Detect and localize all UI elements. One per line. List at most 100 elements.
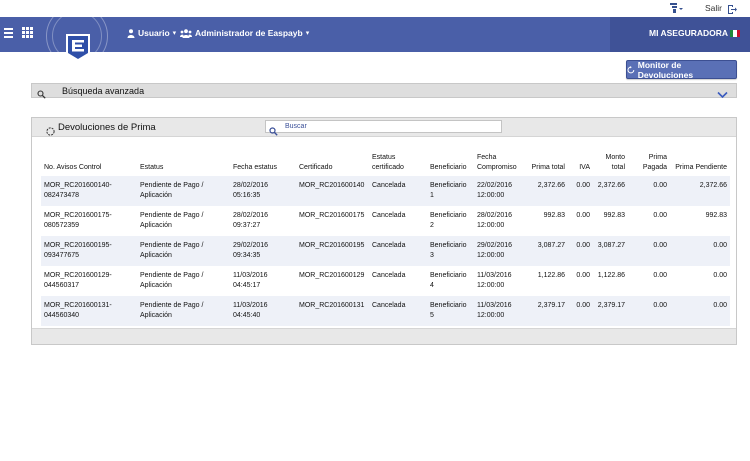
table-cell: 11/03/2016 04:45:17 [233, 272, 268, 289]
advanced-search-label: Búsqueda avanzada [62, 86, 145, 96]
table-cell: 2,372.66 [537, 182, 565, 189]
utility-bar: Salir [0, 0, 750, 17]
logout-icon[interactable] [727, 2, 737, 14]
table-cell: 1,122.86 [537, 272, 565, 279]
logout-label[interactable]: Salir [705, 3, 722, 13]
chevron-down-icon: ▾ [305, 30, 310, 37]
help-menu-icon[interactable] [670, 2, 684, 17]
table-row[interactable]: MOR_RC201600175-080572359 Pendiente de P… [41, 206, 730, 236]
table-cell: 0.00 [653, 242, 667, 249]
panel-title: Devoluciones de Prima [58, 122, 156, 133]
table-cell: 0.00 [653, 302, 667, 309]
table-cell: 0.00 [653, 212, 667, 219]
table-cell: Beneficiario 1 [430, 182, 467, 199]
table-cell: 0.00 [653, 272, 667, 279]
column-header[interactable]: Fecha estatus [230, 144, 296, 176]
table-cell: MOR_RC201600195-093477675 [44, 242, 112, 259]
column-header[interactable]: Prima total [525, 144, 568, 176]
table-cell: Beneficiario 4 [430, 272, 467, 289]
table-row[interactable]: MOR_RC201600129-044560317 Pendiente de P… [41, 266, 730, 296]
table-cell: 11/03/2016 12:00:00 [477, 302, 512, 319]
spinner-circle-icon [46, 123, 55, 136]
column-header[interactable]: IVA [568, 144, 593, 176]
table-cell: 29/02/2016 09:34:35 [233, 242, 269, 259]
panel-header: Devoluciones de Prima [32, 118, 736, 137]
table-cell: 29/02/2016 12:00:00 [477, 242, 513, 259]
table-cell: 0.00 [713, 242, 727, 249]
mexico-flag-icon [730, 30, 740, 37]
column-header[interactable]: Monto total [593, 144, 628, 176]
table-cell: MOR_RC201600131-044560340 [44, 302, 112, 319]
table-cell: 11/03/2016 12:00:00 [477, 272, 512, 289]
table-cell: Cancelada [372, 212, 406, 219]
table-cell: Beneficiario 2 [430, 212, 467, 229]
nav-usuario[interactable]: Usuario ▾ [127, 28, 176, 38]
table-cell: MOR_RC201600195 [299, 242, 365, 249]
table-cell: Pendiente de Pago / Aplicación [140, 302, 204, 319]
column-header[interactable]: Prima Pagada [628, 144, 670, 176]
monitor-devoluciones-button[interactable]: Monitor de Devoluciones [626, 59, 737, 80]
nav-administrador-label: Administrador de Easpayb [195, 28, 303, 38]
nav-administrador[interactable]: Administrador de Easpayb ▾ [180, 28, 309, 38]
table-cell: Cancelada [372, 182, 406, 189]
column-header[interactable]: Fecha Compromiso [474, 144, 525, 176]
search-icon [269, 123, 278, 136]
column-header[interactable]: Beneficiario [427, 144, 474, 176]
column-header[interactable]: No. Avisos Control [41, 144, 137, 176]
column-header[interactable]: Estatus [137, 144, 230, 176]
column-header[interactable]: Prima Pendiente [670, 144, 730, 176]
table-cell: 11/03/2016 04:45:40 [233, 302, 268, 319]
table-cell: Beneficiario 5 [430, 302, 467, 319]
refresh-icon [627, 65, 635, 73]
devoluciones-table: No. Avisos Control Estatus Fecha estatus… [41, 144, 730, 326]
table-cell: 0.00 [576, 302, 590, 309]
table-cell: 1,122.86 [597, 272, 625, 279]
table-search-box[interactable] [265, 120, 502, 136]
advanced-search-bar[interactable]: Búsqueda avanzada [31, 83, 737, 99]
table-cell: MOR_RC201600140 [299, 182, 365, 189]
table-cell: Pendiente de Pago / Aplicación [140, 212, 204, 229]
table-cell: 0.00 [576, 182, 590, 189]
table-cell: 992.83 [603, 212, 625, 219]
table-cell: 2,372.66 [597, 182, 625, 189]
table-cell: Pendiente de Pago / Aplicación [140, 182, 204, 199]
user-icon [127, 28, 135, 38]
table-cell: Cancelada [372, 272, 406, 279]
table-cell: 0.00 [576, 242, 590, 249]
column-header[interactable]: Estatus certificado [369, 144, 427, 176]
table-cell: 992.83 [543, 212, 565, 219]
table-cell: 0.00 [713, 302, 727, 309]
table-row[interactable]: MOR_RC201600195-093477675 Pendiente de P… [41, 236, 730, 266]
chevron-down-icon: ▾ [172, 30, 177, 37]
chevron-down-icon[interactable] [717, 86, 728, 99]
table-cell: 0.00 [713, 272, 727, 279]
table-row[interactable]: MOR_RC201600140-082473478 Pendiente de P… [41, 176, 730, 206]
table-cell: 0.00 [653, 182, 667, 189]
table-cell: 2,379.17 [597, 302, 625, 309]
nav-usuario-label: Usuario [138, 28, 170, 38]
table-cell: 28/02/2016 05:16:35 [233, 182, 269, 199]
table-cell: MOR_RC201600131 [299, 302, 365, 309]
table-cell: 3,087.27 [597, 242, 625, 249]
table-cell: 992.83 [705, 212, 727, 219]
table-cell: MOR_RC201600140-082473478 [44, 182, 112, 199]
table-cell: 0.00 [576, 212, 590, 219]
company-logo[interactable] [64, 32, 92, 62]
table-cell: 22/02/2016 12:00:00 [477, 182, 513, 199]
table-cell: Pendiente de Pago / Aplicación [140, 272, 204, 289]
table-cell: Cancelada [372, 242, 406, 249]
table-header-row: No. Avisos Control Estatus Fecha estatus… [41, 144, 730, 176]
column-header[interactable]: Certificado [296, 144, 369, 176]
monitor-button-label: Monitor de Devoluciones [637, 59, 694, 80]
table-cell: 0.00 [576, 272, 590, 279]
users-group-icon [180, 28, 192, 38]
apps-grid-icon[interactable] [22, 27, 33, 38]
search-input[interactable] [285, 121, 499, 132]
hamburger-menu-icon[interactable] [4, 28, 13, 38]
table-row[interactable]: MOR_RC201600131-044560340 Pendiente de P… [41, 296, 730, 326]
table-cell: MOR_RC201600129-044560317 [44, 272, 112, 289]
table-cell: MOR_RC201600175 [299, 212, 365, 219]
table-cell: MOR_RC201600129 [299, 272, 365, 279]
table-cell: MOR_RC201600175-080572359 [44, 212, 112, 229]
table-cell: Beneficiario 3 [430, 242, 467, 259]
